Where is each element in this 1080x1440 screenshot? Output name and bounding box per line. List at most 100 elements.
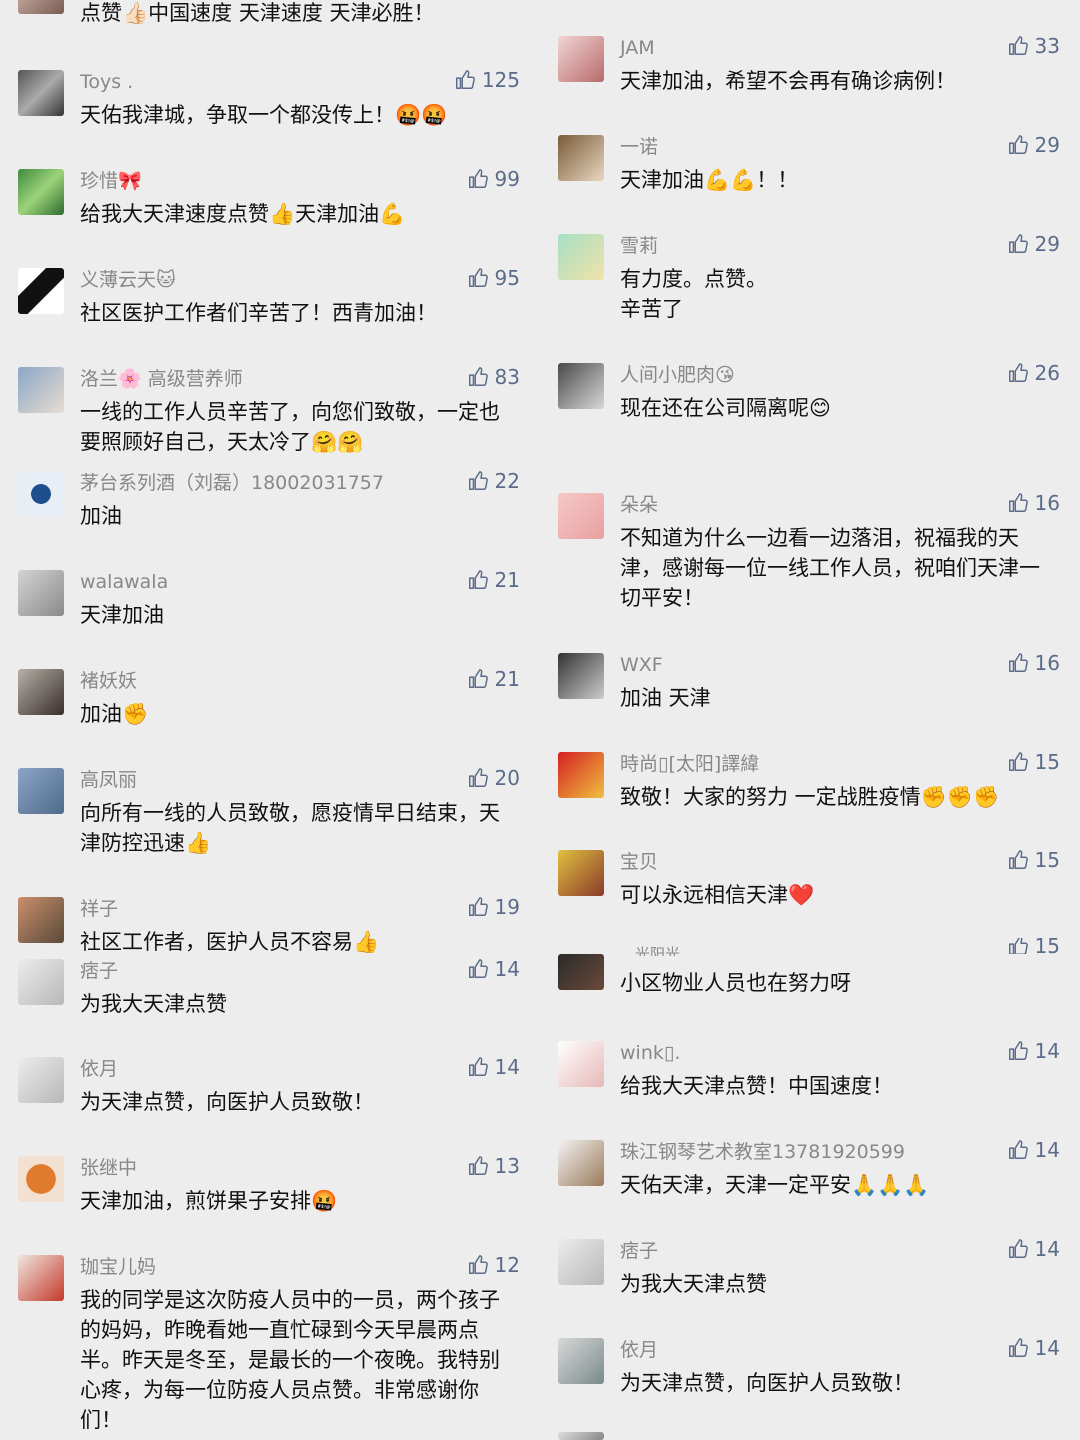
avatar[interactable]	[18, 367, 64, 413]
comment-text: 天津加油，希望不会再有确诊病例！	[620, 69, 956, 93]
commenter-name[interactable]: 依月	[80, 1057, 118, 1081]
avatar[interactable]	[558, 850, 604, 896]
avatar[interactable]	[558, 234, 604, 280]
like-count: 29	[1034, 232, 1060, 256]
commenter-name[interactable]: 祥子	[80, 897, 118, 921]
avatar[interactable]	[558, 653, 604, 699]
like-button[interactable]: 14	[467, 1055, 520, 1079]
avatar[interactable]	[18, 1255, 64, 1301]
thumbs-up-icon	[1007, 1139, 1029, 1161]
thumbs-up-icon	[467, 958, 489, 980]
like-button[interactable]: 22	[467, 469, 520, 493]
commenter-name[interactable]: 痞子	[620, 1239, 658, 1263]
commenter-name[interactable]: 人间小肥肉😘	[620, 363, 735, 387]
comment-text: 我的同学是这次防疫人员中的一员，两个孩子的妈妈，昨晚看她一直忙碌到今天早晨两点半…	[80, 1288, 500, 1432]
like-button[interactable]: 21	[467, 568, 520, 592]
like-button[interactable]: 125	[454, 68, 520, 92]
like-button[interactable]: 19	[467, 895, 520, 919]
commenter-name[interactable]: 依月	[620, 1338, 658, 1362]
avatar[interactable]	[18, 669, 64, 715]
commenter-name[interactable]: 時尚▯[太阳]譯緯	[620, 752, 759, 776]
avatar[interactable]	[558, 363, 604, 409]
like-button[interactable]: 13	[467, 1154, 520, 1178]
like-button[interactable]: 20	[467, 766, 520, 790]
avatar[interactable]	[18, 169, 64, 215]
like-button[interactable]: 95	[467, 266, 520, 290]
avatar[interactable]	[558, 1041, 604, 1087]
avatar[interactable]	[18, 897, 64, 943]
like-button[interactable]: 15	[1007, 750, 1060, 774]
commenter-name[interactable]: 珠江钢琴艺术教室13781920599	[620, 1140, 905, 1164]
avatar[interactable]	[18, 1156, 64, 1202]
avatar[interactable]	[558, 1432, 604, 1440]
like-button[interactable]: 16	[1007, 491, 1060, 515]
thumbs-up-icon	[467, 1254, 489, 1276]
commenter-name[interactable]: Toys .	[80, 70, 133, 94]
avatar[interactable]	[558, 954, 604, 990]
commenter-name[interactable]: WXF	[620, 653, 663, 677]
avatar[interactable]	[558, 36, 604, 82]
like-button[interactable]: 15	[1007, 848, 1060, 872]
avatar[interactable]	[558, 1140, 604, 1186]
commenter-name[interactable]: wink▯.	[620, 1041, 680, 1065]
commenter-name[interactable]: 珈宝儿妈	[80, 1255, 156, 1279]
commenter-name[interactable]: walawala	[80, 570, 168, 594]
like-button[interactable]: 14	[1007, 1039, 1060, 1063]
commenter-name[interactable]: 茅台系列酒（刘磊）18002031757	[80, 471, 384, 495]
like-button[interactable]: 26	[1007, 361, 1060, 385]
thumbs-up-icon	[467, 1056, 489, 1078]
like-button[interactable]: 29	[1007, 232, 1060, 256]
like-button[interactable]: 12	[467, 1253, 520, 1277]
avatar[interactable]	[558, 493, 604, 539]
avatar[interactable]	[18, 0, 64, 14]
commenter-name[interactable]: 洛兰🌸 高级营养师	[80, 367, 243, 391]
like-button[interactable]: 14	[1007, 1237, 1060, 1261]
like-button[interactable]: 83	[467, 365, 520, 389]
thumbs-up-icon	[1007, 652, 1029, 674]
like-button[interactable]: 14	[1007, 1138, 1060, 1162]
comment-text: 为天津点赞，向医护人员致敬！	[620, 1371, 914, 1395]
commenter-name[interactable]: 高凤丽	[80, 768, 137, 792]
like-count: 26	[1034, 361, 1060, 385]
like-button[interactable]: 99	[467, 167, 520, 191]
like-button[interactable]: 15	[1007, 938, 1060, 954]
avatar[interactable]	[18, 959, 64, 1005]
like-button[interactable]: 14	[1007, 1336, 1060, 1360]
like-count: 12	[494, 1253, 520, 1277]
avatar[interactable]	[18, 268, 64, 314]
like-count: 14	[1034, 1039, 1060, 1063]
commenter-name[interactable]: JAM	[620, 36, 655, 60]
avatar[interactable]	[18, 570, 64, 616]
like-button[interactable]: 33	[1007, 34, 1060, 58]
commenter-name[interactable]: 珍惜🎀	[80, 169, 142, 193]
avatar[interactable]	[18, 70, 64, 116]
avatar[interactable]	[18, 471, 64, 517]
like-button[interactable]: 16	[1007, 651, 1060, 675]
commenter-name[interactable]: 雪莉	[620, 234, 658, 258]
comment-text: 向所有一线的人员致敬，愿疫情早日结束，天津防控迅速👍	[80, 801, 500, 855]
commenter-name[interactable]: 、光阳光	[620, 942, 680, 956]
avatar[interactable]	[18, 768, 64, 814]
avatar[interactable]	[558, 1239, 604, 1285]
like-button[interactable]: 21	[467, 667, 520, 691]
commenter-name[interactable]: 义薄云天🐱	[80, 268, 176, 292]
comment-text: 现在还在公司隔离呢😊	[620, 396, 831, 420]
commenter-name[interactable]: 宝贝	[620, 850, 658, 874]
like-button[interactable]: 14	[467, 957, 520, 981]
comment-text: 加油	[80, 504, 122, 528]
like-count: 83	[494, 365, 520, 389]
commenter-name[interactable]: 朵朵	[620, 493, 658, 517]
like-count: 15	[1034, 938, 1060, 954]
commenter-name[interactable]: 褚妖妖	[80, 669, 137, 693]
commenter-name[interactable]: 一诺	[620, 135, 658, 159]
comment-text: 加油 天津	[620, 686, 711, 710]
avatar[interactable]	[558, 1338, 604, 1384]
like-count: 33	[1034, 34, 1060, 58]
like-button[interactable]: 29	[1007, 133, 1060, 157]
thumbs-up-icon	[467, 267, 489, 289]
commenter-name[interactable]: 痞子	[80, 959, 118, 983]
avatar[interactable]	[558, 135, 604, 181]
avatar[interactable]	[18, 1057, 64, 1103]
commenter-name[interactable]: 张继中	[80, 1156, 137, 1180]
avatar[interactable]	[558, 752, 604, 798]
